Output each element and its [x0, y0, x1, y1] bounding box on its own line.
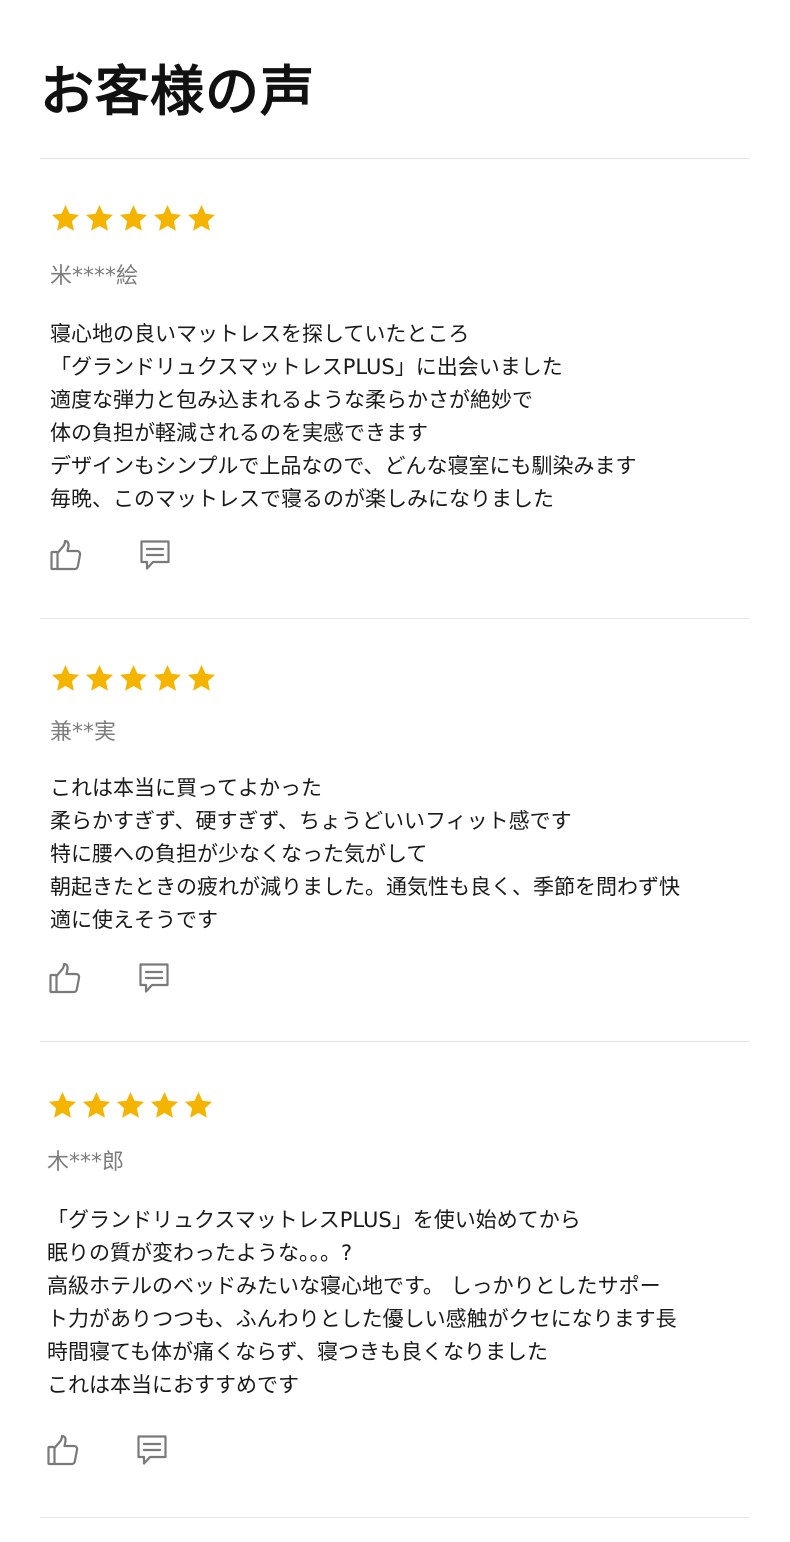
review-line: 「グランドリュクスマットレスPLUS」を使い始めてから: [47, 1208, 581, 1232]
review-line: 体の負担が軽減されるのを実感できます: [50, 421, 428, 445]
star-icon: [183, 1090, 214, 1121]
review-text: 「グランドリュクスマットレスPLUS」を使い始めてから 眠りの質が変わったような…: [47, 1204, 747, 1402]
review-actions: [48, 961, 171, 995]
star-icon: [115, 1090, 146, 1121]
review-line: 寝心地の良いマットレスを探していたところ: [50, 322, 470, 346]
review-actions: [49, 538, 172, 572]
divider: [40, 158, 750, 159]
comment-icon[interactable]: [137, 961, 171, 995]
star-icon: [50, 203, 81, 234]
review-line: 柔らかすぎず、硬すぎず、ちょうどいいフィット感です: [50, 809, 572, 833]
review-line: 高級ホテルのベッドみたいな寝心地です。 しっかりとしたサポー: [47, 1274, 661, 1298]
comment-icon[interactable]: [135, 1433, 169, 1467]
star-icon: [47, 1090, 78, 1121]
reviewer-name: 米****絵: [50, 264, 139, 289]
divider: [40, 618, 750, 619]
star-icon: [186, 663, 217, 694]
review-text: これは本当に買ってよかった 柔らかすぎず、硬すぎず、ちょうどいいフィット感です …: [50, 772, 750, 937]
reviewer-name: 兼**実: [50, 720, 117, 745]
reviewer-name: 木***郎: [47, 1150, 125, 1175]
star-icon: [152, 663, 183, 694]
review-line: 朝起きたときの疲れが減りました。通気性も良く、季節を問わず快: [50, 875, 680, 899]
review-line: デザインもシンプルで上品なので、どんな寝室にも馴染みます: [50, 454, 637, 478]
star-icon: [81, 1090, 112, 1121]
star-icon: [50, 663, 81, 694]
review-line: 適に使えそうです: [50, 908, 218, 932]
thumbs-up-icon[interactable]: [46, 1433, 80, 1467]
review-line: 適度な弾力と包み込まれるような柔らかさが絶妙で: [50, 388, 533, 412]
review-line: 「グランドリュクスマットレスPLUS」に出会いました: [50, 355, 563, 379]
divider: [40, 1041, 750, 1042]
review-line: 特に腰への負担が少なくなった気がして: [50, 842, 428, 866]
review-line: 眠りの質が変わったような。。。?: [47, 1241, 353, 1265]
star-icon: [152, 203, 183, 234]
review-line: これは本当に買ってよかった: [50, 776, 322, 800]
review-text: 寝心地の良いマットレスを探していたところ 「グランドリュクスマットレスPLUS」…: [50, 318, 750, 516]
thumbs-up-icon[interactable]: [48, 961, 82, 995]
star-icon: [118, 663, 149, 694]
comment-icon[interactable]: [138, 538, 172, 572]
divider: [40, 1517, 750, 1518]
review-actions: [46, 1433, 169, 1467]
star-icon: [186, 203, 217, 234]
star-icon: [84, 203, 115, 234]
star-icon: [84, 663, 115, 694]
review-line: ト力がありつつも、ふんわりとした優しい感触がクセになります長: [47, 1307, 677, 1331]
thumbs-up-icon[interactable]: [49, 538, 83, 572]
review-line: これは本当におすすめです: [47, 1373, 299, 1397]
star-rating: [47, 1090, 214, 1121]
star-rating: [50, 663, 217, 694]
page-title: お客様の声: [40, 60, 315, 123]
star-rating: [50, 203, 217, 234]
star-icon: [118, 203, 149, 234]
review-line: 毎晩、このマットレスで寝るのが楽しみになりました: [50, 487, 554, 511]
review-line: 時間寝ても体が痛くならず、寝つきも良くなりました: [47, 1340, 549, 1364]
star-icon: [149, 1090, 180, 1121]
